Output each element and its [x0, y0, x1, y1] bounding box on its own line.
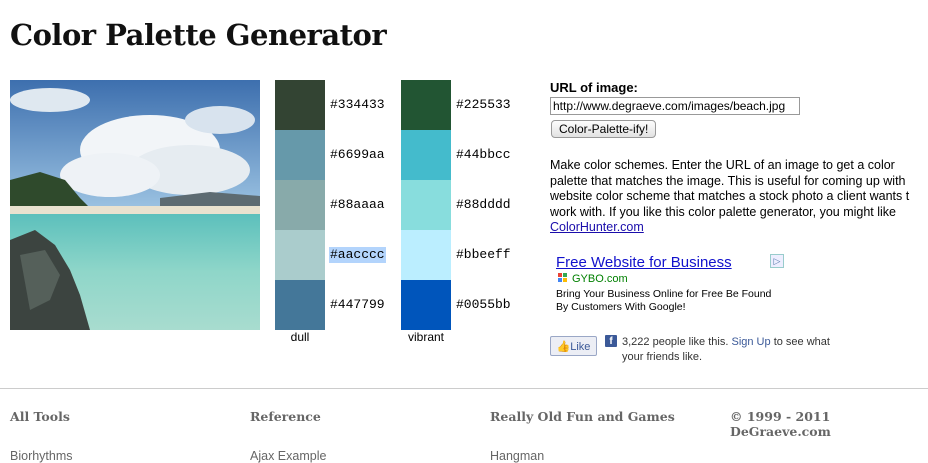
footer-link-ajax-example[interactable]: Ajax Example [250, 449, 326, 463]
url-label: URL of image: [550, 80, 638, 95]
description-line: Make color schemes. Enter the URL of an … [550, 158, 895, 172]
dull-palette [275, 80, 325, 330]
adchoices-icon[interactable]: ▷ [770, 254, 784, 268]
vibrant-swatch-4 [401, 230, 451, 280]
description: Make color schemes. Enter the URL of an … [550, 158, 928, 236]
dull-hex-5: #447799 [330, 297, 385, 312]
facebook-social-text: 3,222 people like this. Sign Up to see w… [622, 335, 842, 365]
vibrant-hex-1: #225533 [456, 97, 511, 112]
dull-hex-1: #334433 [330, 97, 385, 112]
ad-title-link[interactable]: Free Website for Business [556, 254, 732, 271]
dull-swatch-4 [275, 230, 325, 280]
facebook-after-text: to see what [773, 336, 830, 348]
facebook-signup-link[interactable]: Sign Up [731, 336, 770, 348]
facebook-line2: your friends like. [622, 351, 703, 363]
footer-heading-reference: Reference [250, 409, 321, 424]
footer-heading-all-tools: All Tools [10, 409, 70, 424]
vibrant-palette [401, 80, 451, 330]
vibrant-hex-4: #bbeeff [456, 247, 511, 262]
footer-link-hangman[interactable]: Hangman [490, 449, 544, 463]
vibrant-swatch-1 [401, 80, 451, 130]
source-image [10, 80, 260, 330]
vibrant-hex-5: #0055bb [456, 297, 511, 312]
dull-hex-3: #88aaaa [330, 197, 385, 212]
footer-copyright: © 1999 - 2011 DeGraeve.com [730, 409, 831, 439]
description-line: palette that matches the image. This is … [550, 173, 906, 188]
footer-link-biorhythms[interactable]: Biorhythms [10, 449, 73, 463]
description-line: work with. If you like this color palett… [550, 204, 896, 219]
page-title: Color Palette Generator [10, 18, 387, 52]
colorize-button[interactable]: Color-Palette-ify! [551, 120, 657, 138]
description-line: website color scheme that matches a stoc… [550, 189, 910, 203]
ad-body-line: Bring Your Business Online for Free Be F… [556, 288, 772, 300]
dull-label: dull [290, 330, 310, 344]
url-input[interactable] [550, 97, 800, 115]
facebook-like-button[interactable]: 👍Like [550, 336, 597, 356]
dull-hex-4[interactable]: #aacccc [329, 247, 386, 263]
vibrant-swatch-3 [401, 180, 451, 230]
like-count: 3,222 people like this. [622, 336, 729, 348]
dull-swatch-3 [275, 180, 325, 230]
thumbs-up-icon: 👍 [556, 341, 571, 353]
facebook-icon: f [605, 335, 617, 347]
ad-body: Bring Your Business Online for Free Be F… [556, 288, 771, 314]
vibrant-swatch-2 [401, 130, 451, 180]
ad-body-line: By Customers With Google! [556, 301, 686, 313]
colorhunter-link[interactable]: ColorHunter.com [550, 220, 644, 234]
vibrant-hex-2: #44bbcc [456, 147, 511, 162]
vibrant-swatch-5 [401, 280, 451, 330]
dull-swatch-1 [275, 80, 325, 130]
dull-swatch-2 [275, 130, 325, 180]
vibrant-hex-3: #88dddd [456, 197, 511, 212]
vibrant-label: vibrant [407, 330, 445, 344]
ad-domain[interactable]: GYBO.com [572, 273, 628, 285]
google-logo-icon [558, 273, 567, 282]
footer-divider [0, 388, 928, 389]
dull-hex-2: #6699aa [330, 147, 385, 162]
like-label: Like [570, 341, 591, 353]
dull-swatch-5 [275, 280, 325, 330]
footer-heading-games: Really Old Fun and Games [490, 409, 675, 424]
